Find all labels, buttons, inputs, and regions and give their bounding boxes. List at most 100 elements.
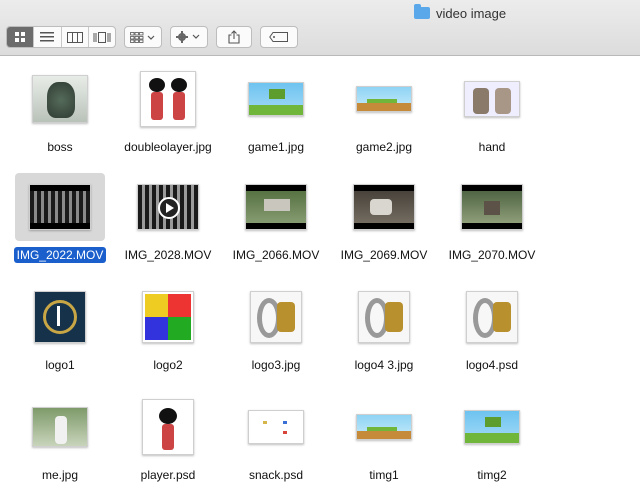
file-name-label[interactable]: logo1 [42, 357, 77, 373]
list-view-button[interactable] [34, 27, 62, 47]
file-item[interactable]: IMG_2028.MOV [114, 173, 222, 269]
file-item[interactable]: logo1 [6, 283, 114, 379]
group-by-button[interactable] [124, 26, 162, 48]
file-name-label[interactable]: IMG_2028.MOV [122, 247, 215, 263]
file-thumbnail-area[interactable] [447, 173, 537, 241]
file-thumbnail-area[interactable] [231, 393, 321, 461]
file-name-label[interactable]: boss [44, 139, 75, 155]
file-thumbnail-area[interactable] [123, 65, 213, 133]
file-name-label[interactable]: IMG_2069.MOV [338, 247, 431, 263]
file-thumbnail-area[interactable] [123, 173, 213, 241]
file-name-label[interactable]: hand [476, 139, 509, 155]
image-thumbnail[interactable] [356, 86, 412, 112]
folder-icon [414, 4, 430, 19]
file-name-label[interactable]: snack.psd [246, 467, 306, 483]
file-item[interactable]: IMG_2069.MOV [330, 173, 438, 269]
file-name-label[interactable]: logo4.psd [463, 357, 521, 373]
file-thumbnail-area[interactable] [15, 393, 105, 461]
cover-flow-button[interactable] [89, 27, 115, 47]
file-name-label[interactable]: doubleolayer.jpg [121, 139, 214, 155]
file-item[interactable]: game1.jpg [222, 65, 330, 161]
image-thumbnail[interactable] [142, 399, 194, 455]
image-thumbnail[interactable] [248, 410, 304, 444]
file-name-label[interactable]: game1.jpg [245, 139, 307, 155]
file-item[interactable]: player.psd [114, 393, 222, 489]
share-icon [228, 30, 240, 44]
file-item[interactable]: boss [6, 65, 114, 161]
file-item[interactable]: hand [438, 65, 546, 161]
image-thumbnail[interactable] [248, 82, 304, 116]
file-item[interactable]: logo4.psd [438, 283, 546, 379]
title-bar: video image [0, 0, 640, 56]
group-by-icon [130, 31, 155, 43]
video-thumbnail[interactable] [29, 184, 91, 230]
file-name-label[interactable]: logo2 [150, 357, 185, 373]
image-thumbnail[interactable] [142, 291, 194, 343]
file-item[interactable]: doubleolayer.jpg [114, 65, 222, 161]
file-thumbnail-area[interactable] [231, 283, 321, 351]
image-thumbnail[interactable] [250, 291, 302, 343]
file-thumbnail-area[interactable] [123, 393, 213, 461]
image-thumbnail[interactable] [466, 291, 518, 343]
video-thumbnail[interactable] [137, 184, 199, 230]
icon-view-icon [15, 32, 26, 42]
file-name-label[interactable]: timg1 [366, 467, 401, 483]
file-thumbnail-area[interactable] [447, 393, 537, 461]
finder-window: video image boss doubleolayer.jpg game1.… [0, 0, 640, 500]
list-view-icon [40, 32, 55, 42]
video-thumbnail[interactable] [461, 184, 523, 230]
image-thumbnail[interactable] [464, 81, 520, 117]
file-thumbnail-area[interactable] [339, 393, 429, 461]
file-thumbnail-area[interactable] [15, 283, 105, 351]
file-thumbnail-area[interactable] [339, 283, 429, 351]
file-thumbnail-area[interactable] [15, 173, 105, 241]
file-grid: boss doubleolayer.jpg game1.jpg game2.jpg ha… [0, 57, 640, 500]
image-thumbnail[interactable] [140, 71, 196, 127]
view-mode-control[interactable] [6, 26, 116, 48]
file-name-label[interactable]: IMG_2070.MOV [446, 247, 539, 263]
file-item[interactable]: snack.psd [222, 393, 330, 489]
file-thumbnail-area[interactable] [339, 173, 429, 241]
image-thumbnail[interactable] [358, 291, 410, 343]
action-menu-button[interactable] [170, 26, 208, 48]
file-name-label[interactable]: me.jpg [39, 467, 81, 483]
file-item[interactable]: timg2 [438, 393, 546, 489]
file-name-label[interactable]: player.psd [138, 467, 199, 483]
image-thumbnail[interactable] [356, 414, 412, 440]
file-name-label[interactable]: IMG_2066.MOV [230, 247, 323, 263]
tag-button[interactable] [260, 26, 298, 48]
file-item[interactable]: timg1 [330, 393, 438, 489]
icon-view-button[interactable] [7, 27, 35, 47]
file-thumbnail-area[interactable] [123, 283, 213, 351]
video-thumbnail[interactable] [353, 184, 415, 230]
file-item[interactable]: game2.jpg [330, 65, 438, 161]
file-thumbnail-area[interactable] [15, 65, 105, 133]
image-thumbnail[interactable] [34, 291, 86, 343]
gear-icon [176, 31, 200, 43]
column-view-button[interactable] [62, 27, 89, 47]
file-name-label[interactable]: IMG_2022.MOV [13, 247, 107, 263]
file-name-label[interactable]: game2.jpg [353, 139, 415, 155]
file-item[interactable]: IMG_2066.MOV [222, 173, 330, 269]
file-name-label[interactable]: timg2 [474, 467, 509, 483]
file-thumbnail-area[interactable] [339, 65, 429, 133]
share-button[interactable] [216, 26, 252, 48]
file-item[interactable]: IMG_2070.MOV [438, 173, 546, 269]
file-name-label[interactable]: logo3.jpg [249, 357, 304, 373]
file-item[interactable]: me.jpg [6, 393, 114, 489]
file-item[interactable]: IMG_2022.MOV [6, 173, 114, 269]
file-item[interactable]: logo3.jpg [222, 283, 330, 379]
image-thumbnail[interactable] [32, 75, 88, 123]
file-name-label[interactable]: logo4 3.jpg [352, 357, 417, 373]
file-item[interactable]: logo4 3.jpg [330, 283, 438, 379]
file-thumbnail-area[interactable] [231, 173, 321, 241]
image-thumbnail[interactable] [32, 407, 88, 447]
file-thumbnail-area[interactable] [447, 65, 537, 133]
window-title: video image [414, 4, 506, 22]
file-item[interactable]: logo2 [114, 283, 222, 379]
image-thumbnail[interactable] [464, 410, 520, 444]
file-thumbnail-area[interactable] [231, 65, 321, 133]
tag-icon [269, 32, 288, 42]
file-thumbnail-area[interactable] [447, 283, 537, 351]
video-thumbnail[interactable] [245, 184, 307, 230]
